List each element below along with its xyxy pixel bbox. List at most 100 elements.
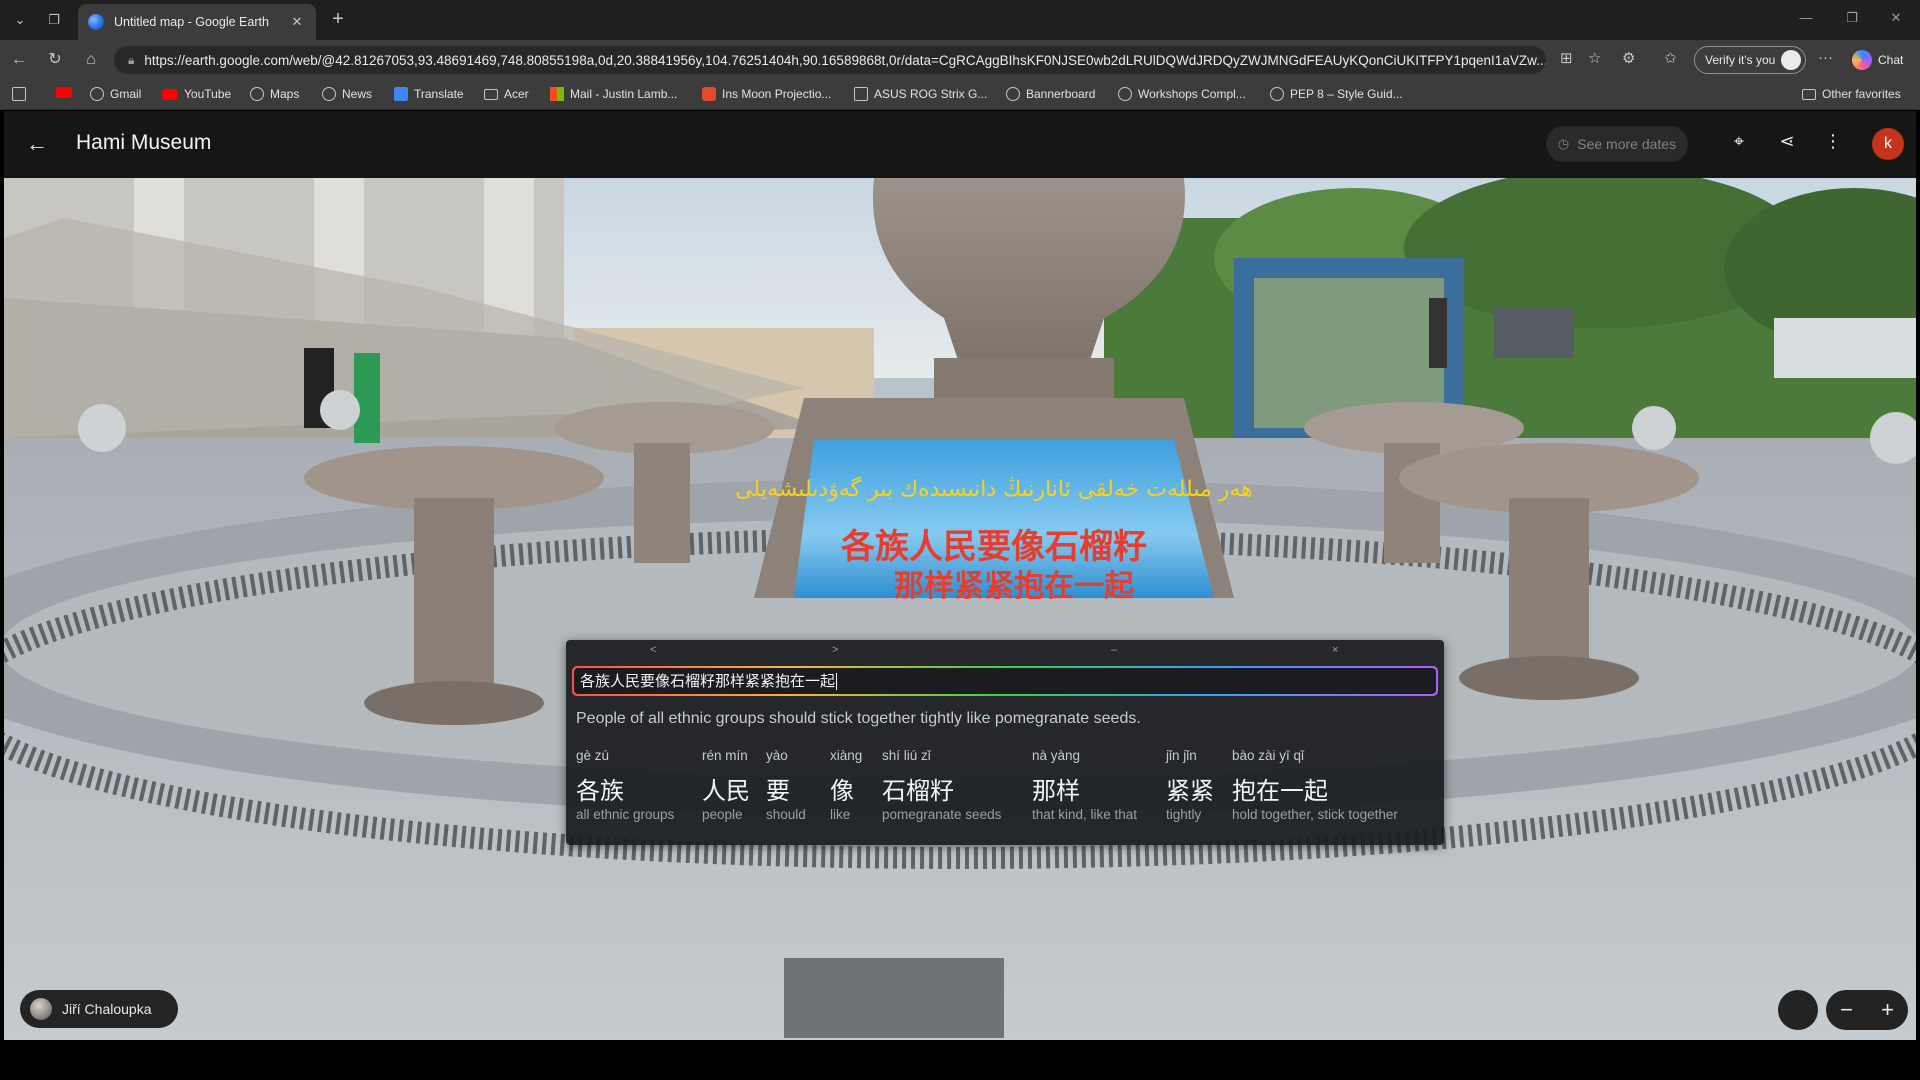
tab-search-icon[interactable]: ⌄	[6, 6, 34, 34]
word-hanzi: 人民	[702, 778, 750, 805]
see-more-dates-label: See more dates	[1577, 136, 1677, 152]
word-item[interactable]: jǐn jǐn 紧紧 tightly	[1166, 748, 1214, 822]
app-available-icon[interactable]: ⊞	[1560, 49, 1573, 67]
bookmark-maps[interactable]: Maps	[250, 87, 299, 101]
street-view-viewport[interactable]: ھەر مىللەت خەلقى ئانارنىڭ دانىسىدەك بىر …	[4, 178, 1916, 1040]
bookmark-youtube[interactable]: YouTube	[162, 87, 231, 101]
screenshot-icon[interactable]: ⌖	[1726, 131, 1752, 152]
zoom-in-icon[interactable]: +	[1881, 997, 1894, 1023]
word-item[interactable]: gè zú 各族 all ethnic groups	[576, 748, 674, 822]
word-hanzi: 紧紧	[1166, 778, 1214, 805]
word-item[interactable]: bào zài yī qǐ 抱在一起 hold together, stick …	[1232, 748, 1398, 822]
bookmark-workshops[interactable]: Workshops Compl...	[1118, 87, 1246, 101]
word-gloss: pomegranate seeds	[882, 807, 1002, 822]
word-pinyin: bào zài yī qǐ	[1232, 748, 1305, 763]
moon-projection-icon	[702, 87, 716, 101]
globe-icon	[1270, 87, 1284, 101]
other-favorites-folder[interactable]: Other favorites	[1802, 87, 1901, 101]
bookmark-moon-projection[interactable]: Ins Moon Projectio...	[702, 87, 831, 101]
account-avatar[interactable]: k	[1872, 128, 1904, 160]
translation-input[interactable]: 各族人民要像石榴籽那样紧紧抱在一起	[572, 666, 1438, 696]
bookmark-star-icon[interactable]: ☆	[1588, 49, 1601, 67]
globe-icon	[1118, 87, 1132, 101]
close-tab-icon[interactable]: ✕	[288, 14, 306, 30]
translation-popup: < > – × 各族人民要像石榴籽那样紧紧抱在一起 People of all …	[566, 640, 1444, 845]
asus-icon	[854, 87, 868, 101]
compass-button[interactable]	[1778, 990, 1818, 1030]
site-info-icon[interactable]: 🔒︎	[128, 53, 134, 68]
word-item[interactable]: xiàng 像 like	[830, 748, 862, 822]
restore-icon[interactable]: ❐	[1842, 10, 1862, 26]
minimize-popup-button[interactable]: –	[1111, 644, 1117, 656]
close-window-icon[interactable]: ✕	[1886, 10, 1906, 26]
bookmark-gmail[interactable]: Gmail	[90, 87, 141, 101]
extensions-icon[interactable]: ⚙	[1622, 49, 1635, 67]
word-pinyin: jǐn jǐn	[1166, 748, 1197, 763]
address-bar[interactable]: 🔒︎ https://earth.google.com/web/@42.8126…	[114, 46, 1546, 74]
globe-icon	[250, 87, 264, 101]
folder-icon	[484, 88, 498, 100]
favorites-icon[interactable]: ✩	[1664, 49, 1677, 67]
word-gloss: hold together, stick together	[1232, 807, 1398, 822]
earth-header: ← Hami Museum ◷ See more dates ⌖ ⋖ ⋮ k	[4, 111, 1916, 178]
word-gloss: like	[830, 807, 851, 822]
verify-label: Verify it's you	[1705, 53, 1776, 67]
globe-icon	[90, 87, 104, 101]
bookmark-mail[interactable]: Mail - Justin Lamb...	[550, 87, 677, 101]
word-item[interactable]: yào 要 should	[766, 748, 806, 822]
word-item[interactable]: rén mín 人民 people	[702, 748, 750, 822]
zoom-out-icon[interactable]: −	[1840, 997, 1853, 1023]
photo-author-chip[interactable]: Jiří Chaloupka	[20, 990, 178, 1028]
chat-label: Chat	[1878, 53, 1904, 67]
bookmark-bannerboard[interactable]: Bannerboard	[1006, 87, 1095, 101]
bookmark-pep8[interactable]: PEP 8 – Style Guid...	[1270, 87, 1403, 101]
place-title: Hami Museum	[76, 131, 212, 154]
url-text: https://earth.google.com/web/@42.8126705…	[144, 52, 1546, 68]
word-pinyin: yào	[766, 748, 788, 763]
copilot-icon	[1852, 50, 1872, 70]
street-view-imagery: ھەر مىللەت خەلقى ئانارنىڭ دانىسىدەك بىر …	[4, 178, 1916, 1040]
next-button[interactable]: >	[832, 644, 838, 656]
previous-button[interactable]: <	[650, 644, 656, 656]
word-pinyin: gè zú	[576, 748, 610, 763]
word-hanzi: 要	[766, 778, 790, 805]
reload-icon[interactable]: ↻	[44, 49, 66, 71]
profile-avatar-icon	[1781, 50, 1802, 70]
input-text: 各族人民要像石榴籽那样紧紧抱在一起	[580, 672, 836, 690]
word-item[interactable]: shí liú zǐ 石榴籽 pomegranate seeds	[882, 748, 1001, 822]
word-hanzi: 那样	[1032, 778, 1080, 805]
bookmark-toggle-icon[interactable]	[12, 87, 32, 101]
verify-profile-button[interactable]: Verify it's you	[1694, 46, 1807, 74]
word-item[interactable]: nà yàng 那样 that kind, like that	[1032, 748, 1137, 822]
bookmark-folder-acer[interactable]: Acer	[484, 87, 529, 101]
workspaces-icon[interactable]: ❐	[40, 6, 68, 34]
word-hanzi: 抱在一起	[1232, 778, 1328, 805]
back-arrow-icon[interactable]: ←	[24, 131, 50, 157]
more-menu-icon[interactable]: ···	[1818, 49, 1833, 66]
see-more-dates-button[interactable]: ◷ See more dates	[1546, 126, 1688, 162]
author-name: Jiří Chaloupka	[62, 1001, 152, 1017]
minimize-icon[interactable]: —	[1796, 10, 1816, 25]
close-popup-button[interactable]: ×	[1332, 644, 1338, 656]
bookmark-youtube-icon[interactable]	[56, 87, 78, 98]
word-pinyin: xiàng	[830, 748, 863, 763]
new-tab-icon[interactable]: +	[326, 8, 350, 32]
more-options-icon[interactable]: ⋮	[1820, 131, 1846, 152]
home-icon[interactable]: ⌂	[80, 49, 102, 71]
browser-tab-bar: ⌄ ❐ Untitled map - Google Earth ✕ + — ❐ …	[0, 0, 1920, 40]
copilot-chat-button[interactable]: Chat	[1852, 50, 1903, 70]
back-arrow-icon[interactable]: ←	[8, 49, 30, 71]
bookmarks-bar: Gmail YouTube Maps News Translate Acer M…	[0, 80, 1920, 110]
tab-google-earth[interactable]: Untitled map - Google Earth ✕	[78, 4, 316, 40]
bookmark-translate[interactable]: Translate	[394, 87, 464, 101]
sign-uyghur-text: ھەر مىللەت خەلقى ئانارنىڭ دانىسىدەك بىر …	[735, 476, 1253, 502]
share-icon[interactable]: ⋖	[1774, 131, 1800, 152]
word-hanzi: 石榴籽	[882, 778, 954, 805]
word-pinyin: rén mín	[702, 748, 748, 763]
bookmark-asus-rog[interactable]: ASUS ROG Strix G...	[854, 87, 987, 101]
word-pinyin: nà yàng	[1032, 748, 1081, 763]
bookmark-news[interactable]: News	[322, 87, 372, 101]
word-gloss: tightly	[1166, 807, 1202, 822]
sign-chinese-line1: 各族人民要像石榴籽	[841, 527, 1147, 567]
word-pinyin: shí liú zǐ	[882, 748, 931, 763]
